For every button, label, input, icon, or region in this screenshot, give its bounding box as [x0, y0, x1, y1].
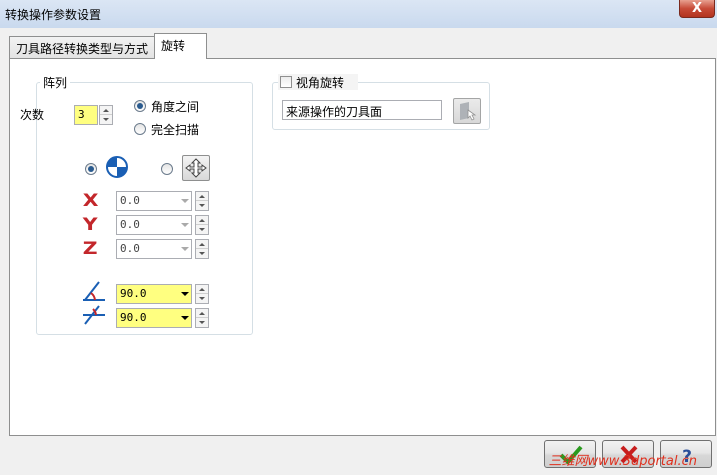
radio-between-angles[interactable]: [134, 100, 146, 112]
z-spinner[interactable]: [195, 239, 209, 259]
spin-up-icon[interactable]: [196, 285, 208, 294]
view-rotate-header: 视角旋转: [278, 74, 358, 90]
count-spinner[interactable]: [99, 105, 113, 125]
y-input[interactable]: 0.0: [116, 215, 192, 235]
view-rotate-checkbox[interactable]: [280, 76, 292, 88]
x-input-value: 0.0: [120, 194, 140, 207]
y-axis-icon: Y: [82, 215, 98, 235]
spin-up-icon[interactable]: [100, 106, 112, 115]
count-input-value: 3: [78, 108, 85, 121]
view-rotate-label: 视角旋转: [296, 76, 345, 90]
select-plane-button[interactable]: [453, 98, 481, 124]
close-icon: X: [691, 1, 703, 16]
sweep-angle-input[interactable]: 90.0: [116, 308, 192, 328]
radio-between-angles-label: 角度之间: [151, 100, 200, 114]
tab-label: 旋转: [161, 39, 186, 53]
start-angle-input-value: 90.0: [120, 287, 147, 300]
chevron-down-icon[interactable]: [181, 199, 189, 203]
radio-full-sweep-label: 完全扫描: [151, 123, 200, 137]
z-input-value: 0.0: [120, 242, 140, 255]
x-spinner[interactable]: [195, 191, 209, 211]
z-axis-icon: Z: [82, 239, 98, 259]
count-label: 次数: [19, 108, 44, 122]
radio-origin-point[interactable]: [85, 163, 97, 175]
rotate-panel: 阵列 次数 3 角度之间 完全扫描 X 0.0 Y 0.0 Z 0.0 90.0…: [9, 58, 716, 436]
radio-select-point[interactable]: [161, 163, 173, 175]
x-input[interactable]: 0.0: [116, 191, 192, 211]
spin-up-icon[interactable]: [196, 240, 208, 249]
tab-rotate[interactable]: 旋转: [154, 33, 207, 59]
chevron-down-icon[interactable]: [181, 292, 189, 296]
spin-down-icon[interactable]: [196, 225, 208, 234]
sweep-angle-icon: [81, 303, 107, 327]
plane-select-icon: [460, 102, 477, 121]
sweep-angle-input-value: 90.0: [120, 311, 147, 324]
spin-down-icon[interactable]: [196, 201, 208, 210]
chevron-down-icon[interactable]: [181, 223, 189, 227]
array-group-label: 阵列: [40, 74, 71, 91]
source-tool-plane-field[interactable]: 来源操作的刀具面: [282, 100, 442, 120]
x-axis-icon: X: [82, 191, 99, 211]
title-bar: 转换操作参数设置 X: [0, 0, 717, 28]
select-point-button[interactable]: [182, 155, 210, 181]
radio-full-sweep[interactable]: [134, 123, 146, 135]
count-input[interactable]: 3: [74, 105, 98, 125]
start-angle-input[interactable]: 90.0: [116, 284, 192, 304]
tab-path-transform-type[interactable]: 刀具路径转换类型与方式: [9, 36, 156, 58]
source-tool-plane-value: 来源操作的刀具面: [286, 105, 383, 119]
close-button[interactable]: X: [679, 0, 715, 18]
move-arrows-icon: [185, 158, 207, 178]
spin-up-icon[interactable]: [196, 192, 208, 201]
spin-down-icon[interactable]: [196, 294, 208, 303]
spin-down-icon[interactable]: [100, 115, 112, 124]
watermark: 三维网www.3dportal.cn: [548, 454, 697, 469]
chevron-down-icon[interactable]: [181, 316, 189, 320]
spin-up-icon[interactable]: [196, 309, 208, 318]
window-title: 转换操作参数设置: [5, 8, 102, 22]
spin-down-icon[interactable]: [196, 249, 208, 258]
spin-down-icon[interactable]: [196, 318, 208, 327]
sweep-angle-spinner[interactable]: [195, 308, 209, 328]
y-input-value: 0.0: [120, 218, 140, 231]
y-spinner[interactable]: [195, 215, 209, 235]
start-angle-spinner[interactable]: [195, 284, 209, 304]
dialog-client: 刀具路径转换类型与方式 旋转 阵列 次数 3 角度之间 完全扫描 X 0.0 Y…: [0, 28, 717, 475]
tab-label: 刀具路径转换类型与方式: [16, 42, 149, 56]
z-input[interactable]: 0.0: [116, 239, 192, 259]
start-angle-icon: [81, 279, 107, 303]
origin-quadrant-icon: [105, 155, 129, 179]
chevron-down-icon[interactable]: [181, 247, 189, 251]
spin-up-icon[interactable]: [196, 216, 208, 225]
